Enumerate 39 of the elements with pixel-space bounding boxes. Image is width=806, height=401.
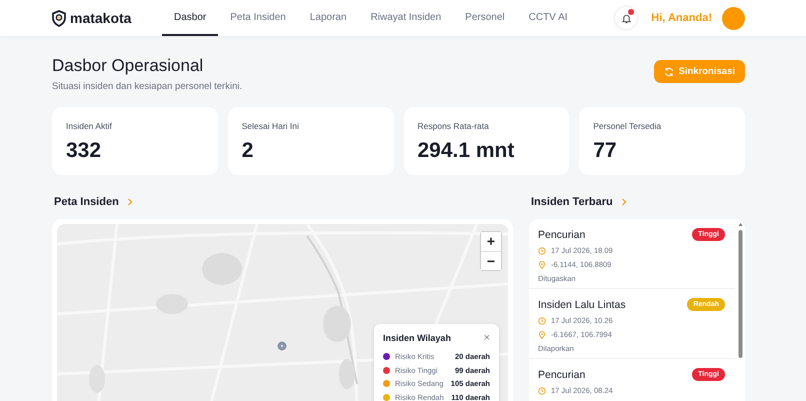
- stat-label: Selesai Hari Ini: [242, 121, 300, 131]
- stat-label: Personel Tersedia: [593, 121, 662, 131]
- stat-value: 294.1 mnt: [418, 139, 516, 163]
- page-title: Dasbor Operasional: [52, 56, 204, 76]
- user-greeting: Hi, Ananda!: [651, 12, 712, 24]
- refresh-icon: [664, 66, 674, 76]
- clock-icon: [538, 386, 546, 394]
- stat-value: 2: [242, 139, 254, 163]
- location-marker-icon[interactable]: [277, 341, 287, 351]
- chevron-right-icon: [126, 198, 133, 206]
- stat-value: 332: [66, 139, 102, 163]
- section-title: Insiden Terbaru: [531, 196, 613, 208]
- notification-button[interactable]: [615, 7, 638, 29]
- brand-name: matakota: [70, 10, 132, 26]
- shield-eye-logo-icon: [52, 10, 66, 26]
- page-subtitle: Situasi insiden dan kesiapan personel terkini.: [52, 81, 242, 92]
- stat-value: 77: [593, 139, 618, 163]
- legend-title: Insiden Wilayah: [383, 333, 451, 343]
- avatar[interactable]: [722, 6, 745, 30]
- clock-icon: [538, 246, 546, 254]
- nav-tab[interactable]: CCTV AI: [516, 0, 580, 36]
- incident-title: Pencurian: [538, 228, 586, 240]
- nav-tab[interactable]: Peta Insiden: [218, 0, 298, 36]
- bell-icon: [620, 12, 632, 24]
- nav-tab[interactable]: Dasbor: [162, 0, 218, 36]
- zoom-out-button[interactable]: −: [481, 251, 501, 270]
- nav-tab[interactable]: Riwayat Insiden: [358, 0, 454, 36]
- chevron-right-icon: [620, 198, 627, 206]
- section-title: Peta Insiden: [54, 196, 119, 208]
- nav-tab[interactable]: Laporan: [298, 0, 359, 36]
- stat-label: Insiden Aktif: [66, 121, 113, 131]
- clock-icon: [538, 316, 546, 324]
- nav-tab[interactable]: Personel: [453, 0, 517, 36]
- location-pin-icon: [538, 330, 546, 338]
- stat-label: Respons Rata-rata: [418, 121, 490, 131]
- close-button[interactable]: ×: [484, 332, 490, 344]
- incident-title: Insiden Lalu Lintas: [538, 298, 626, 310]
- location-pin-icon: [538, 260, 546, 268]
- incident-title: Pencurian: [538, 368, 586, 380]
